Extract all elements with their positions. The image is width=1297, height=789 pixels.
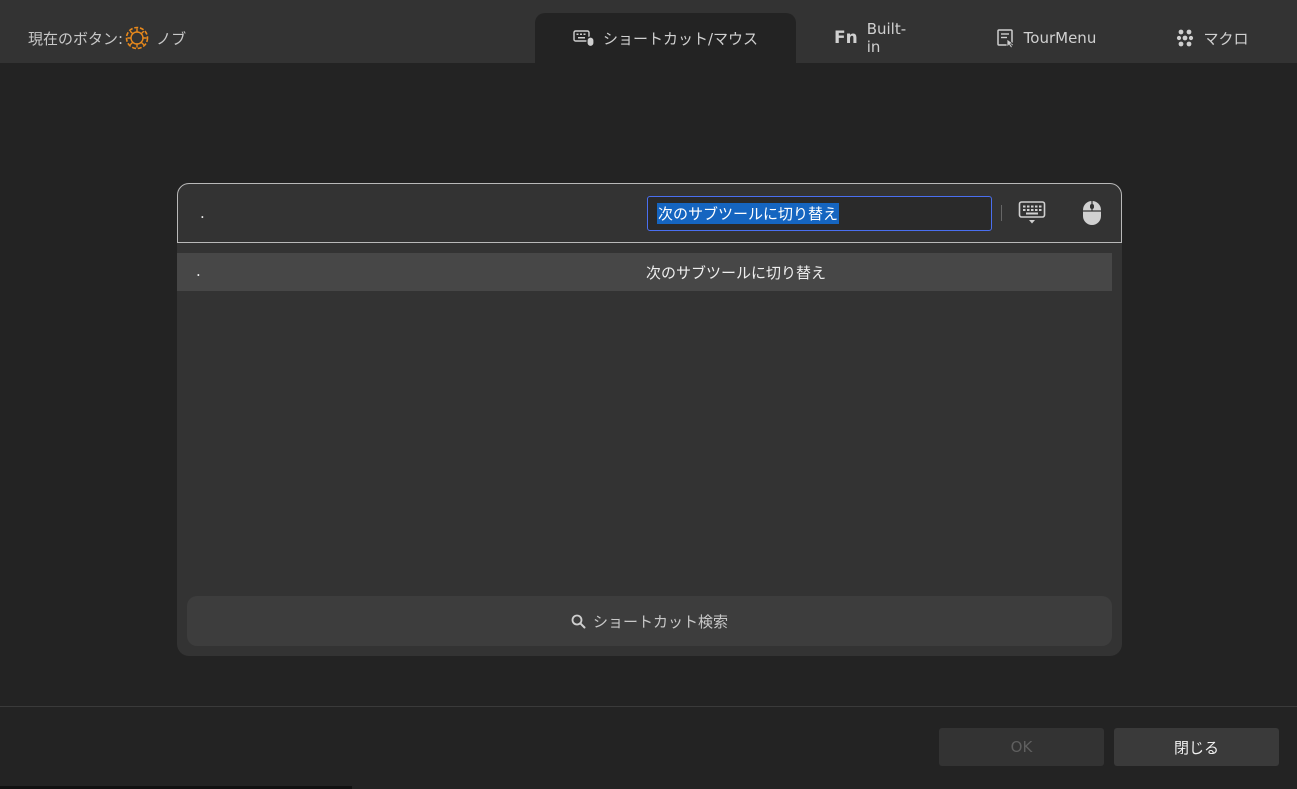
ok-button[interactable]: OK [939, 728, 1104, 766]
list-item[interactable]: . 次のサブツールに切り替え [177, 253, 1112, 291]
close-button[interactable]: 閉じる [1114, 728, 1279, 766]
tab-label: ショートカット/マウス [602, 29, 759, 48]
shortcut-panel: . 次のサブツールに切り替え . 次のサブツールに切り替え ショートカット検索 [177, 183, 1122, 656]
current-button-value: ノブ [156, 29, 187, 48]
tab-shortcut-mouse[interactable]: ショートカット/マウス [535, 13, 796, 63]
shortcut-name-input[interactable]: 次のサブツールに切り替え [647, 196, 992, 231]
fn-icon: Fn [834, 28, 858, 48]
search-icon [571, 614, 586, 629]
keyboard-mouse-icon [573, 29, 595, 47]
divider [1001, 205, 1002, 221]
key-input[interactable]: . [200, 204, 205, 222]
knob-icon [124, 25, 150, 51]
result-key: . [196, 262, 201, 280]
tab-label: マクロ [1203, 29, 1249, 48]
tab-label: Built-in [866, 20, 907, 56]
footer-divider [0, 706, 1297, 707]
keyboard-icon[interactable] [1018, 200, 1046, 226]
selected-text: 次のサブツールに切り替え [657, 203, 840, 224]
tab-macro[interactable]: マクロ [1175, 13, 1249, 63]
tour-menu-icon [996, 28, 1016, 48]
tab-label: TourMenu [1023, 29, 1097, 47]
tab-tourmenu[interactable]: TourMenu [993, 13, 1099, 63]
current-button-indicator: 現在のボタン: ノブ [28, 24, 186, 52]
macro-icon [1175, 28, 1195, 48]
mouse-icon[interactable] [1080, 198, 1104, 228]
search-label: ショートカット検索 [592, 612, 728, 631]
tab-built-in[interactable]: Fn Built-in [834, 13, 916, 63]
result-name: 次のサブツールに切り替え [646, 264, 827, 282]
shortcut-input-row: . 次のサブツールに切り替え [177, 183, 1122, 243]
current-button-label: 現在のボタン: [28, 29, 124, 48]
shortcut-search-button[interactable]: ショートカット検索 [187, 596, 1112, 646]
top-bar: 現在のボタン: ノブ ショートカット/マウス Fn Built-in TourM… [0, 0, 1297, 63]
